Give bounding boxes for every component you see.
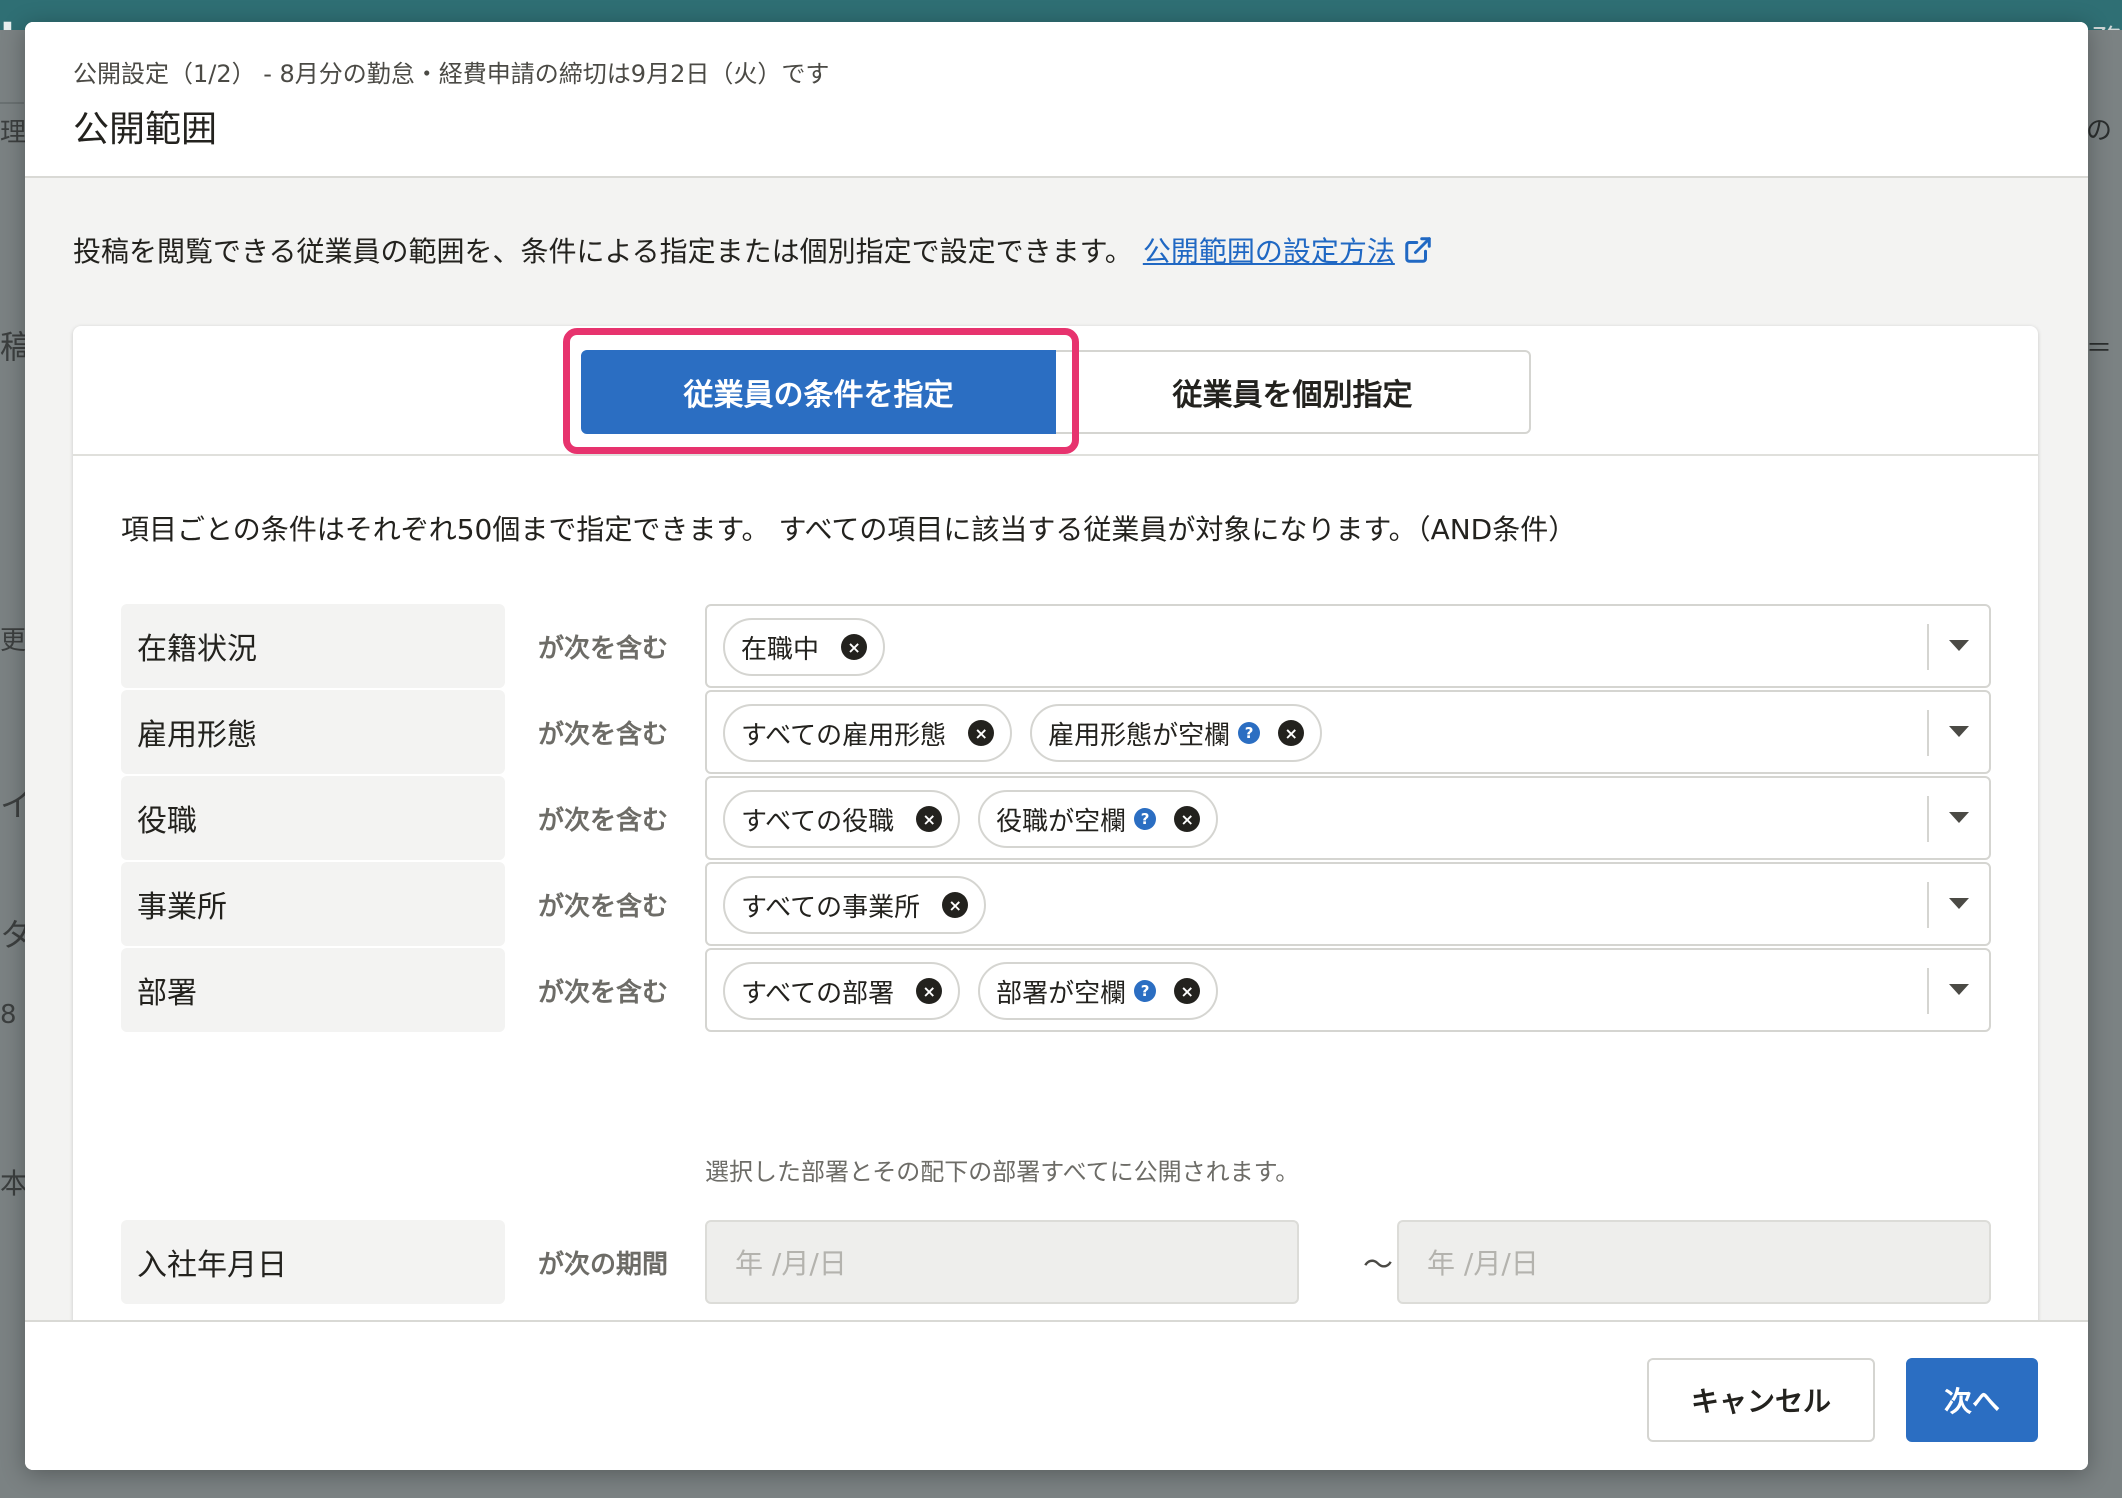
tab-conditions[interactable]: 従業員の条件を指定	[581, 350, 1056, 434]
remove-chip-icon[interactable]: ×	[968, 720, 995, 746]
department-hint: 選択した部署とその配下の部署すべてに公開されます。	[705, 1158, 1300, 1186]
field-divider	[1927, 624, 1929, 670]
modal-body[interactable]: 投稿を閲覧できる従業員の範囲を、条件による指定または個別指定で設定できます。 公開…	[25, 178, 2088, 1320]
publish-settings-modal: 公開設定（1/2） - 8月分の勤怠・経費申請の締切は9月2日（火）です 公開範…	[25, 22, 2088, 1470]
condition-row-office: 事業所 が次を含む すべての事業所 ×	[121, 862, 1991, 946]
intro-text: 投稿を閲覧できる従業員の範囲を、条件による指定または個別指定で設定できます。	[73, 235, 1133, 268]
multi-select-employment-type[interactable]: すべての雇用形態 × 雇用形態が空欄? ×	[705, 690, 1991, 774]
background-divider	[0, 102, 24, 104]
row-condition: が次を含む	[538, 891, 669, 922]
chip: すべての雇用形態 ×	[723, 704, 1013, 762]
modal-footer: キャンセル 次へ	[25, 1320, 2088, 1470]
hire-date-from-input[interactable]: 年 /月/日	[705, 1220, 1299, 1304]
chip: すべての部署 ×	[723, 962, 961, 1020]
modal-header: 公開設定（1/2） - 8月分の勤怠・経費申請の締切は9月2日（火）です 公開範…	[25, 22, 2088, 178]
chip-label: すべての役職	[741, 806, 895, 837]
background-text: 稿	[0, 328, 26, 366]
help-icon[interactable]: ?	[1134, 808, 1157, 830]
modal-subtitle: 公開設定（1/2） - 8月分の勤怠・経費申請の締切は9月2日（火）です	[73, 60, 830, 88]
hire-date-to-input[interactable]: 年 /月/日	[1397, 1220, 1991, 1304]
background-text: の	[2086, 116, 2113, 146]
chip-label: すべての雇用形態	[741, 720, 947, 751]
help-icon[interactable]: ?	[1134, 980, 1157, 1002]
field-divider	[1927, 710, 1929, 756]
background-text: ＝	[2086, 334, 2113, 364]
remove-chip-icon[interactable]: ×	[916, 806, 943, 832]
row-condition: が次を含む	[538, 977, 669, 1008]
chip-label: 在職中	[741, 634, 820, 665]
row-label: 入社年月日	[121, 1220, 505, 1304]
multi-select-office[interactable]: すべての事業所 ×	[705, 862, 1991, 946]
chip: 雇用形態が空欄? ×	[1030, 704, 1323, 762]
segment-control: 従業員の条件を指定 従業員を個別指定	[73, 326, 2038, 456]
date-range-separator: 〜	[1363, 1248, 1393, 1283]
multi-select-position[interactable]: すべての役職 × 役職が空欄? ×	[705, 776, 1991, 860]
remove-chip-icon[interactable]: ×	[1174, 806, 1201, 832]
remove-chip-icon[interactable]: ×	[942, 892, 969, 918]
chip-label: 部署が空欄	[996, 978, 1127, 1009]
background-text: イ	[0, 786, 26, 824]
conditions-description: 項目ごとの条件はそれぞれ50個まで指定できます。 すべての項目に該当する従業員が…	[121, 513, 1577, 546]
external-link-icon	[1405, 237, 1431, 263]
chevron-down-icon[interactable]	[1949, 640, 1969, 651]
condition-row-status: 在籍状況 が次を含む 在職中 ×	[121, 604, 1991, 688]
help-icon[interactable]: ?	[1238, 722, 1261, 744]
row-label: 役職	[121, 776, 505, 860]
background-text: 8	[0, 1000, 17, 1030]
background-text: タ	[0, 916, 26, 954]
chip: 在職中 ×	[723, 618, 886, 676]
modal-title: 公開範囲	[73, 109, 218, 150]
chip: 部署が空欄? ×	[978, 962, 1219, 1020]
row-label: 雇用形態	[121, 690, 505, 774]
multi-select-department[interactable]: すべての部署 × 部署が空欄? ×	[705, 948, 1991, 1032]
condition-row-department: 部署 が次を含む すべての部署 × 部署が空欄? ×	[121, 948, 1991, 1032]
remove-chip-icon[interactable]: ×	[916, 978, 943, 1004]
background-text: 理	[0, 118, 26, 148]
chevron-down-icon[interactable]	[1949, 726, 1969, 737]
chip: すべての役職 ×	[723, 790, 961, 848]
chevron-down-icon[interactable]	[1949, 898, 1969, 909]
background-text: 更	[0, 626, 26, 656]
help-link-label: 公開範囲の設定方法	[1142, 235, 1395, 268]
chip-label: 雇用形態が空欄	[1048, 720, 1231, 751]
intro-text-block: 投稿を閲覧できる従業員の範囲を、条件による指定または個別指定で設定できます。 公開…	[73, 230, 1433, 270]
chip-label: すべての事業所	[741, 892, 921, 923]
chip-label: 役職が空欄	[996, 806, 1127, 837]
chip: すべての事業所 ×	[723, 876, 987, 934]
audience-card: 従業員の条件を指定 従業員を個別指定 項目ごとの条件はそれぞれ50個まで指定でき…	[73, 326, 2038, 1320]
chip: 役職が空欄? ×	[978, 790, 1219, 848]
cancel-button[interactable]: キャンセル	[1647, 1358, 1875, 1442]
help-link[interactable]: 公開範囲の設定方法	[1143, 235, 1433, 268]
chevron-down-icon[interactable]	[1949, 812, 1969, 823]
chip-label: すべての部署	[741, 978, 895, 1009]
chevron-down-icon[interactable]	[1949, 984, 1969, 995]
row-label: 在籍状況	[121, 604, 505, 688]
row-label: 事業所	[121, 862, 505, 946]
field-divider	[1927, 968, 1929, 1014]
condition-row-employment-type: 雇用形態 が次を含む すべての雇用形態 × 雇用形態が空欄? ×	[121, 690, 1991, 774]
remove-chip-icon[interactable]: ×	[1174, 978, 1201, 1004]
tab-individual[interactable]: 従業員を個別指定	[1056, 350, 1531, 434]
row-label: 部署	[121, 948, 505, 1032]
field-divider	[1927, 796, 1929, 842]
condition-row-position: 役職 が次を含む すべての役職 × 役職が空欄? ×	[121, 776, 1991, 860]
remove-chip-icon[interactable]: ×	[1278, 720, 1305, 746]
row-condition: が次を含む	[538, 633, 669, 664]
remove-chip-icon[interactable]: ×	[841, 634, 868, 660]
multi-select-status[interactable]: 在職中 ×	[705, 604, 1991, 688]
field-divider	[1927, 882, 1929, 928]
row-condition: が次を含む	[538, 719, 669, 750]
background-text: 本	[0, 1167, 26, 1200]
next-button[interactable]: 次へ	[1906, 1358, 2038, 1442]
row-condition: が次を含む	[538, 805, 669, 836]
row-condition: が次の期間	[538, 1249, 669, 1280]
condition-row-hire-date: 入社年月日 が次の期間 年 /月/日 〜 年 /月/日	[121, 1220, 1991, 1304]
